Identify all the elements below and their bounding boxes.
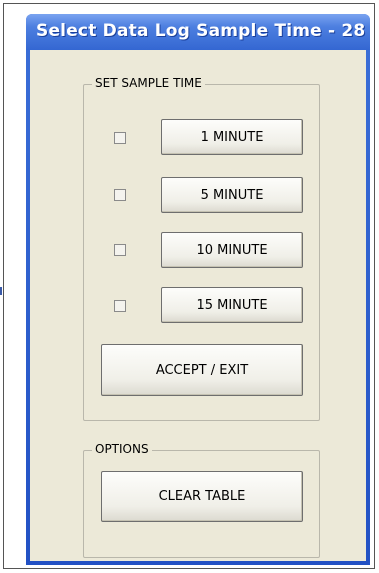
clear-table-button[interactable]: CLEAR TABLE	[101, 471, 303, 522]
dialog-client-area: SET SAMPLE TIME 1 MINUTE 5 MINUTE 10 MIN…	[30, 50, 366, 561]
button-1-minute[interactable]: 1 MINUTE	[161, 119, 303, 155]
window-title: Select Data Log Sample Time - 28	[36, 21, 366, 41]
checkbox-10-minute[interactable]	[114, 244, 126, 256]
button-15-minute[interactable]: 15 MINUTE	[161, 287, 303, 323]
dialog-window: Select Data Log Sample Time - 28 SET SAM…	[26, 14, 370, 565]
button-10-minute[interactable]: 10 MINUTE	[161, 232, 303, 268]
set-sample-time-legend: SET SAMPLE TIME	[92, 76, 205, 90]
edge-marker	[0, 287, 2, 295]
button-5-minute[interactable]: 5 MINUTE	[161, 177, 303, 213]
accept-exit-button[interactable]: ACCEPT / EXIT	[101, 344, 303, 396]
checkbox-1-minute[interactable]	[114, 132, 126, 144]
checkbox-15-minute[interactable]	[114, 300, 126, 312]
options-legend: OPTIONS	[92, 442, 152, 456]
checkbox-5-minute[interactable]	[114, 189, 126, 201]
title-bar[interactable]: Select Data Log Sample Time - 28	[26, 14, 370, 50]
